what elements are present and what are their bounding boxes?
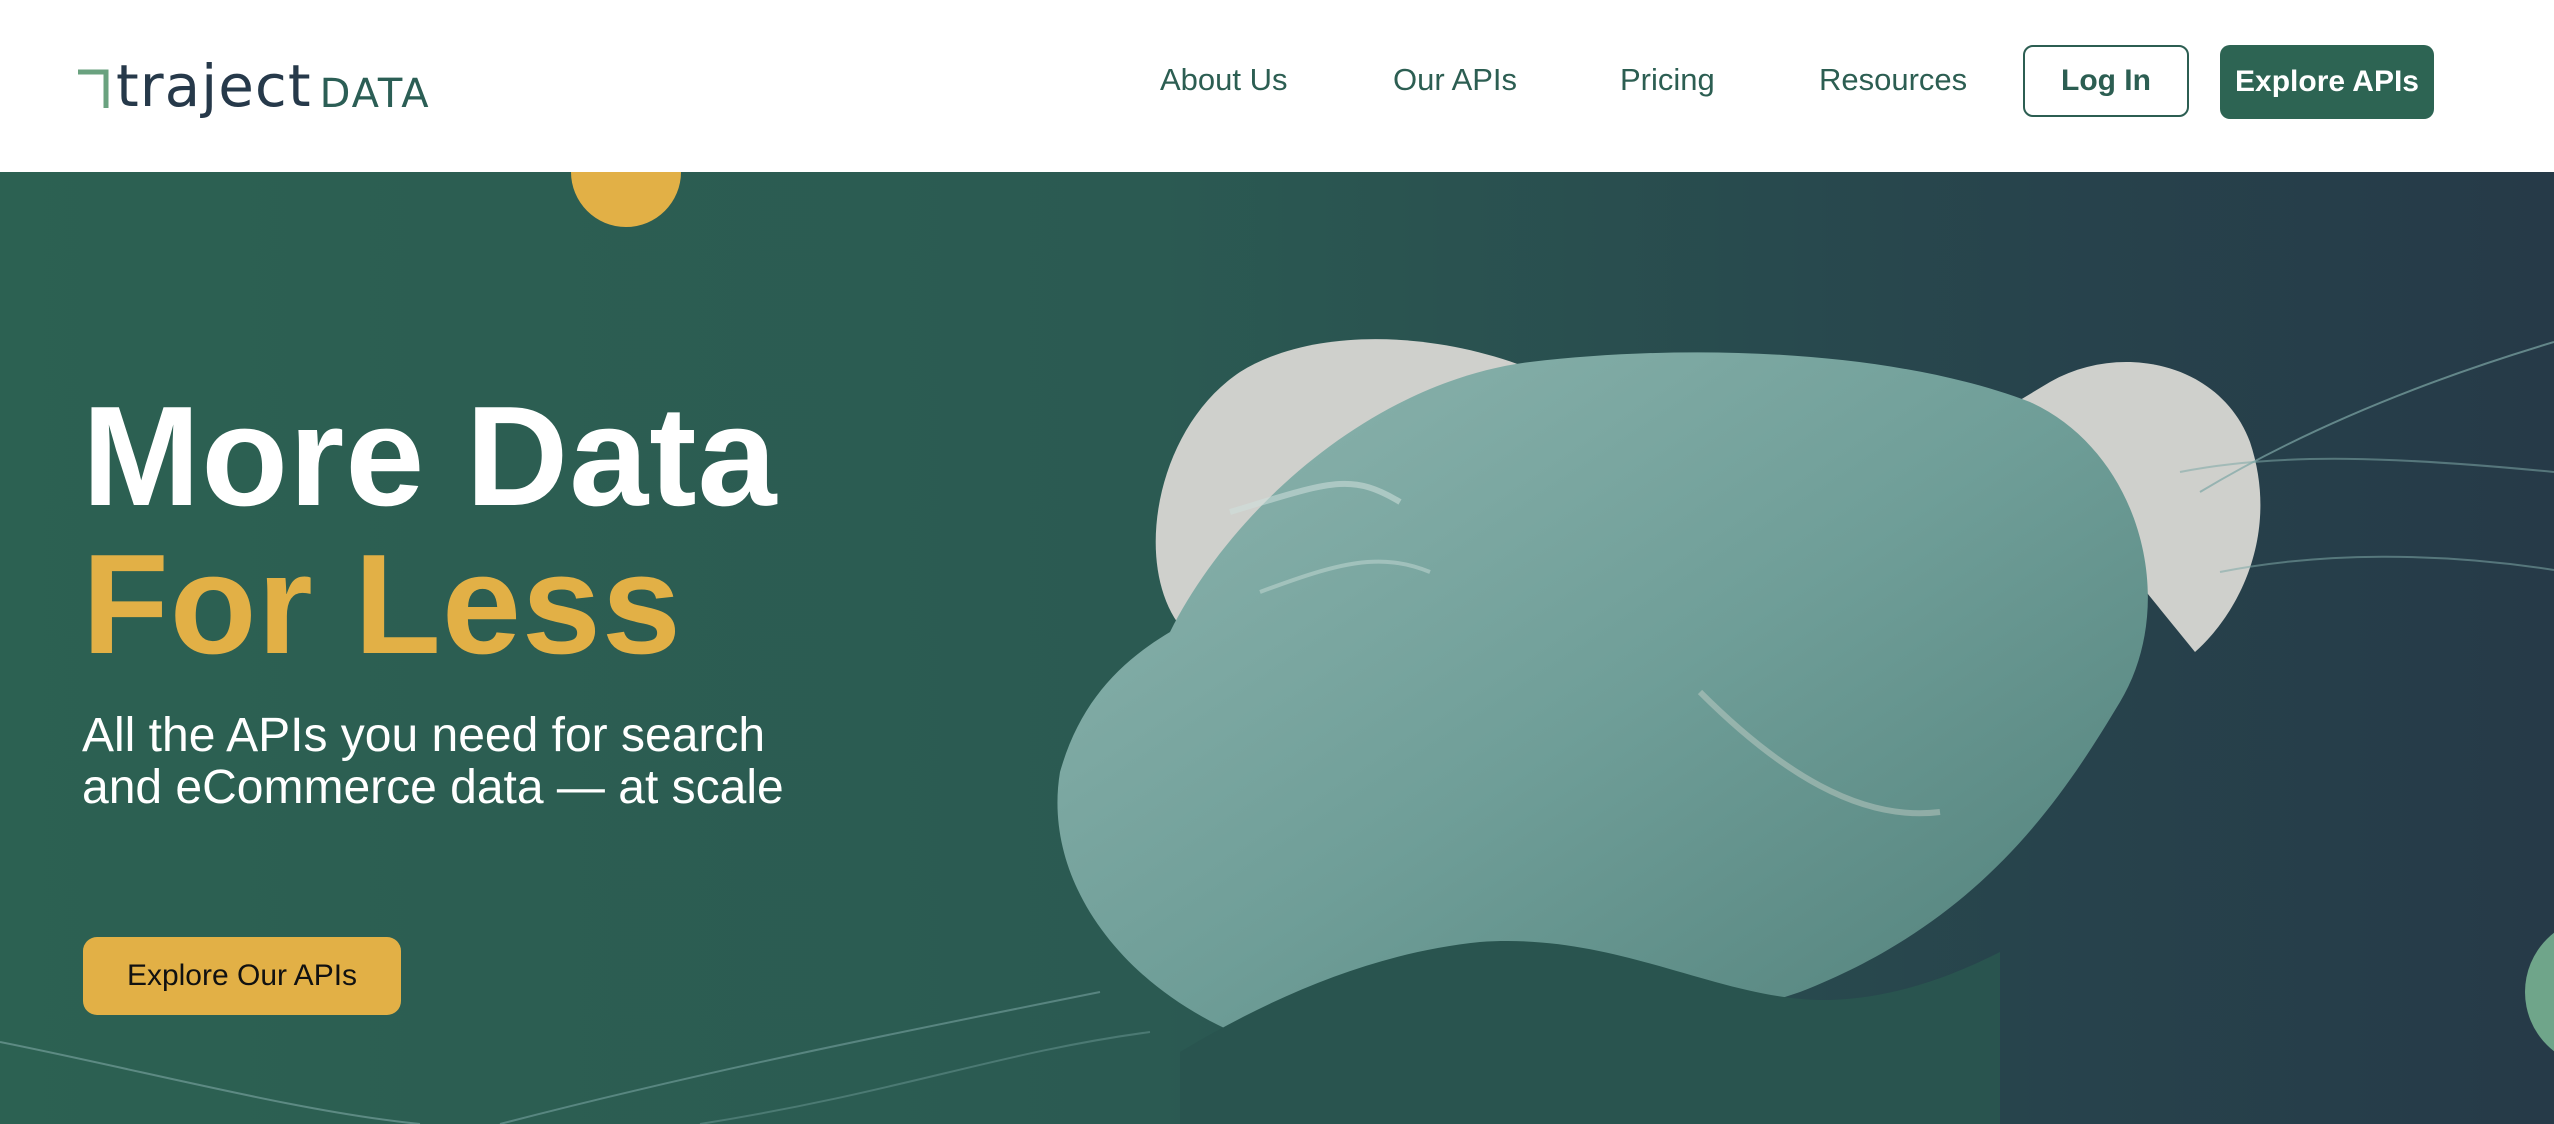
nav-resources[interactable]: Resources: [1819, 60, 1967, 100]
site-header: traject DATA About Us Our APIs Pricing R…: [0, 0, 2554, 172]
hero-section: More Data For Less All the APIs you need…: [0, 172, 2554, 1124]
hero-headline-line2: For Less: [82, 525, 682, 684]
explore-apis-button[interactable]: Explore APIs: [2220, 45, 2434, 119]
logo-wordmark: traject: [116, 52, 312, 120]
logo-corner-mark-icon: [78, 69, 109, 108]
decorative-gold-circle: [571, 172, 681, 227]
nav-our-apis[interactable]: Our APIs: [1393, 60, 1517, 100]
hero-headline-line1: More Data: [82, 377, 778, 536]
log-in-button[interactable]: Log In: [2023, 45, 2189, 117]
logo-suffix: DATA: [319, 71, 431, 117]
nav-about-us[interactable]: About Us: [1160, 60, 1288, 100]
explore-our-apis-button[interactable]: Explore Our APIs: [83, 937, 401, 1015]
decorative-green-circle: [2525, 932, 2554, 1052]
logo[interactable]: traject DATA: [76, 54, 431, 126]
nav-pricing[interactable]: Pricing: [1620, 60, 1715, 100]
hero-subtitle: All the APIs you need for search and eCo…: [82, 709, 784, 814]
